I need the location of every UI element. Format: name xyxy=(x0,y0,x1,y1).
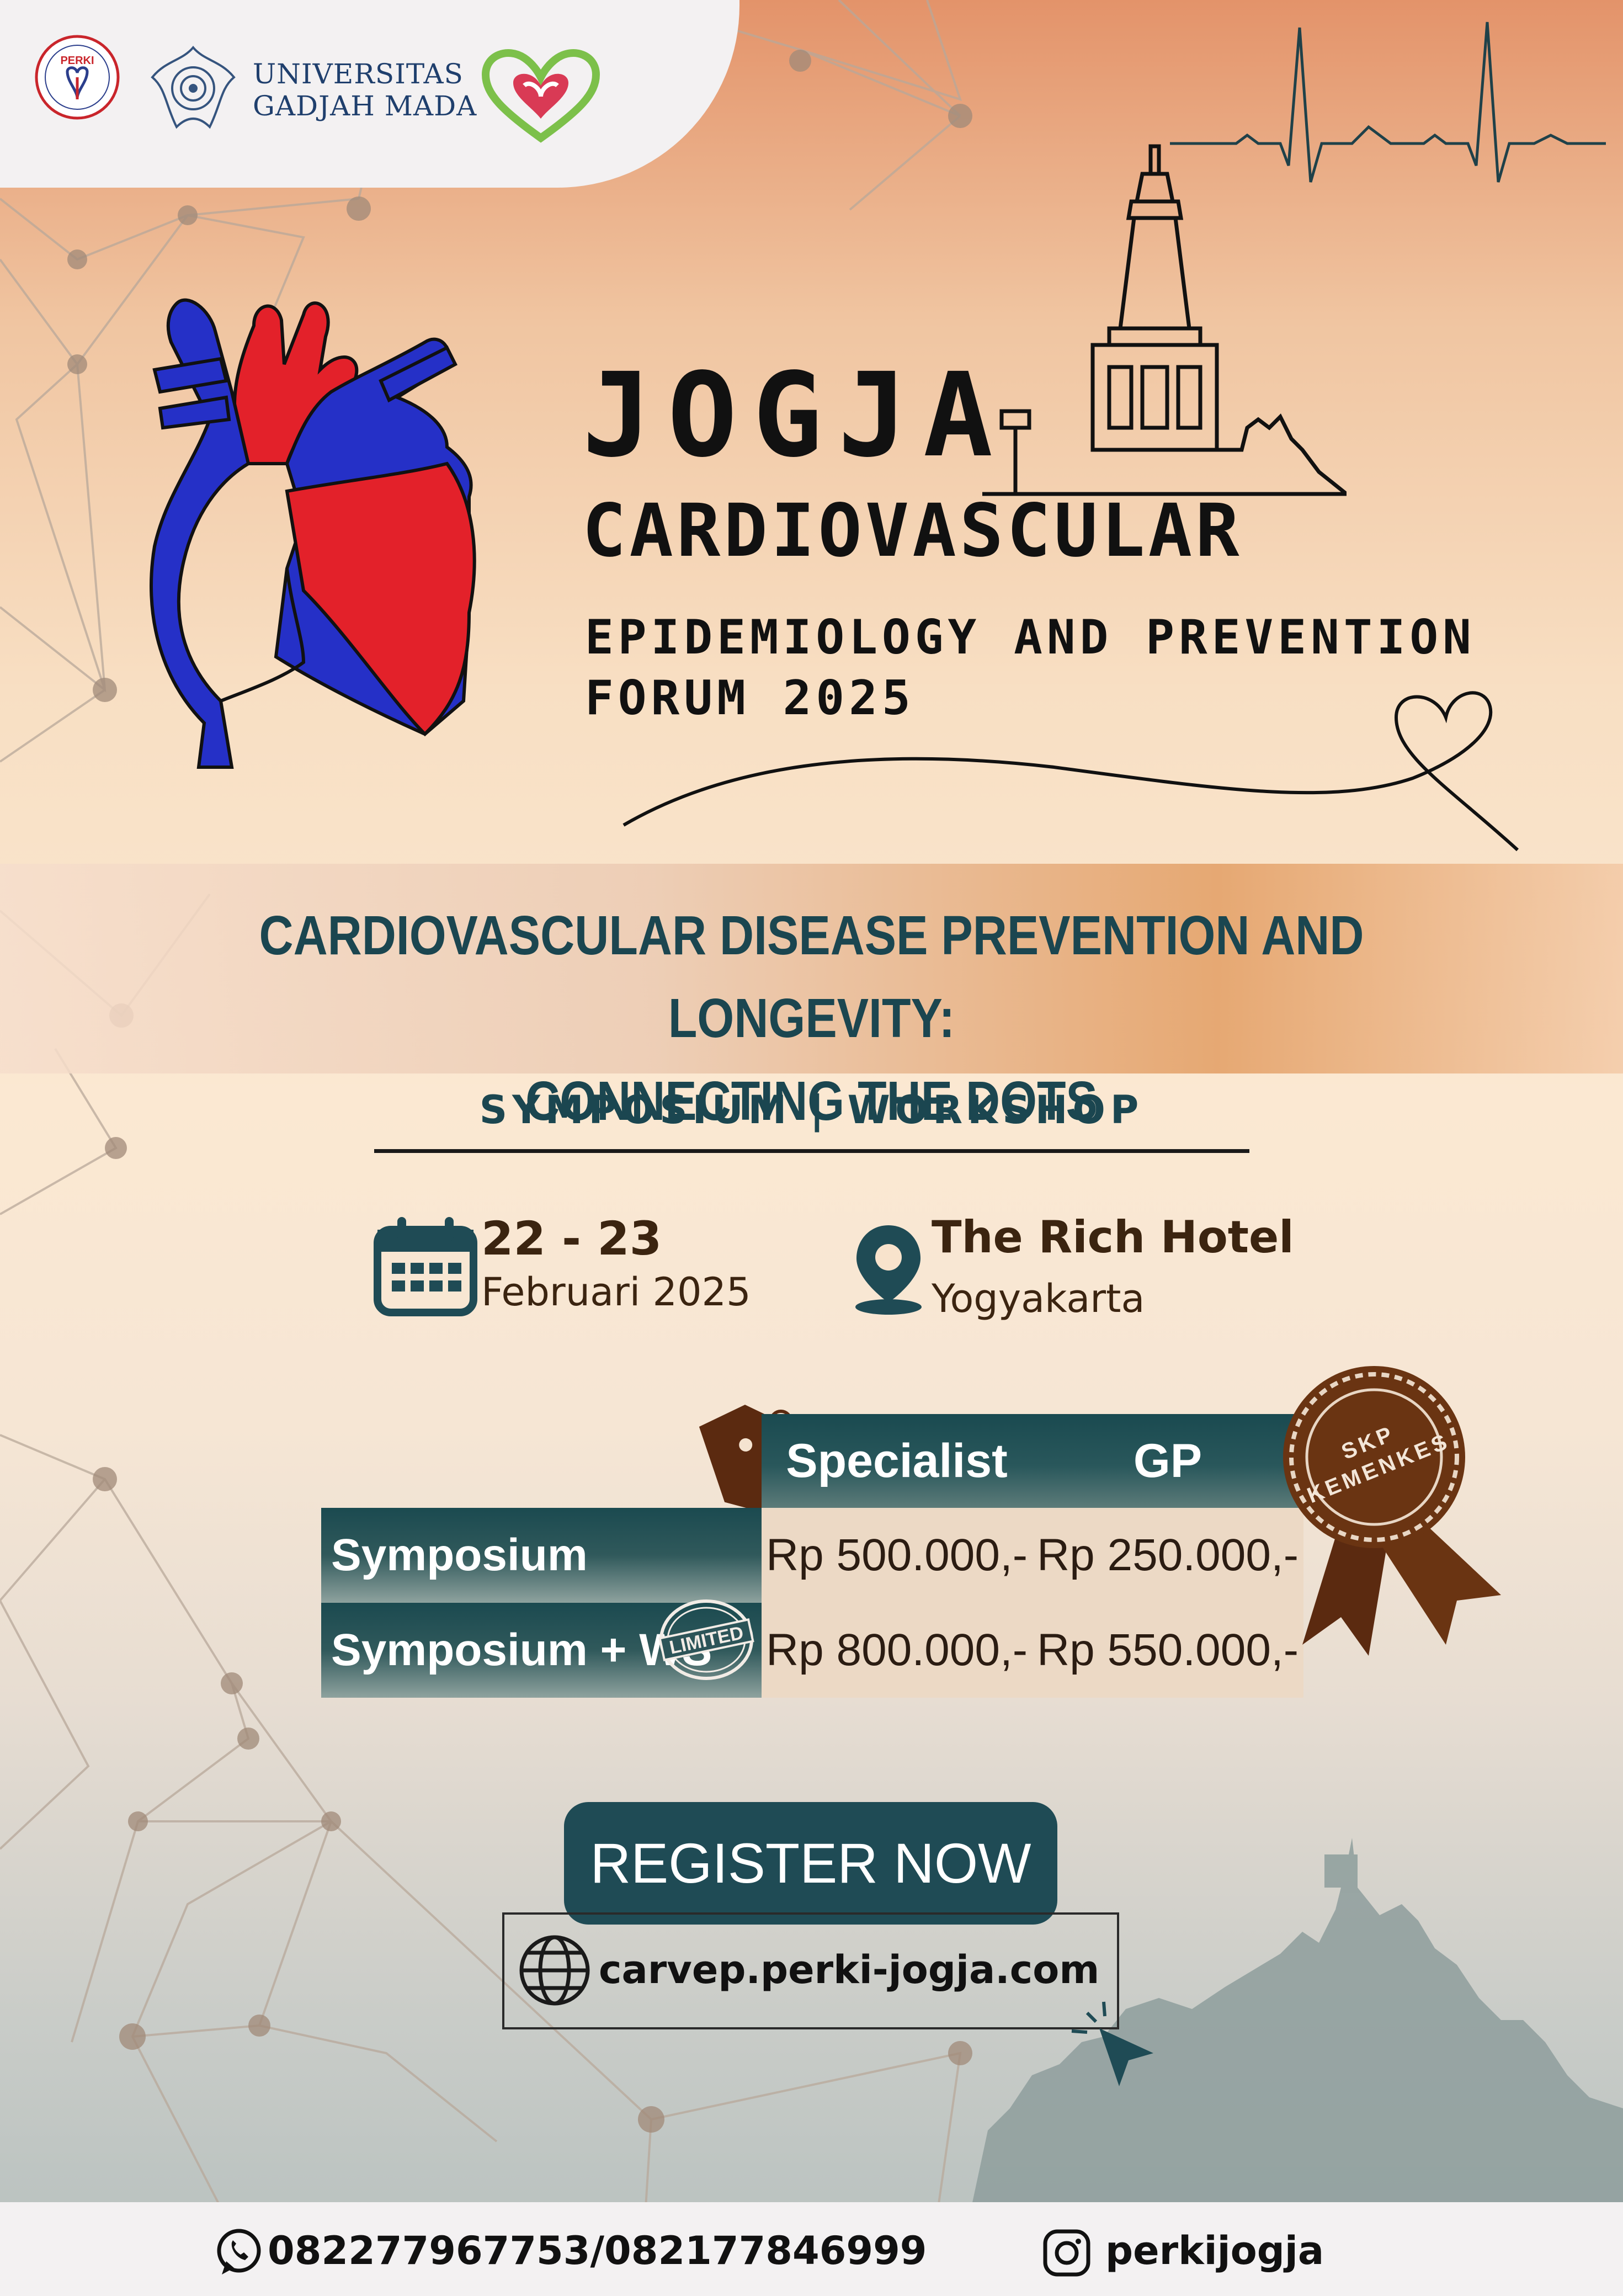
perki-logo-text: PERKI xyxy=(60,55,94,67)
anatomical-heart-illustration xyxy=(150,298,476,769)
ugm-emblem-logo xyxy=(151,45,236,129)
footer-phone-numbers[interactable]: 082277967753/082177846999 xyxy=(268,2228,927,2273)
title-jogja: JOGJA xyxy=(582,348,1009,483)
header-logo-area: PERKI UNIVERSITAS GADJAH MADA xyxy=(0,0,739,188)
globe-icon xyxy=(519,1935,590,2006)
instagram-icon xyxy=(1043,2229,1090,2277)
location-pin-icon xyxy=(855,1225,922,1315)
university-name: UNIVERSITAS GADJAH MADA xyxy=(253,58,477,122)
event-dates: 22 - 23 xyxy=(481,1211,662,1266)
venue-city: Yogyakarta xyxy=(932,1276,1145,1321)
registration-url[interactable]: carvep.perki-jogja.com xyxy=(599,1947,1099,1992)
skp-kemenkes-badge: SKP KEMENKES xyxy=(1283,1366,1501,1656)
footer-instagram-handle[interactable]: perkijogja xyxy=(1105,2228,1324,2273)
university-line1: UNIVERSITAS xyxy=(253,58,464,90)
cursor-click-icon xyxy=(1071,2001,1153,2086)
perki-logo: PERKI xyxy=(35,35,120,120)
price-symposium-specialist: Rp 500.000,- xyxy=(762,1508,1032,1603)
event-month-year: Februari 2025 xyxy=(481,1269,751,1315)
calendar-icon xyxy=(374,1217,477,1316)
price-row-symposium-label: Symposium xyxy=(321,1508,762,1603)
tugu-monument-illustration xyxy=(982,144,1347,496)
title-cardiovascular: CARDIOVASCULAR xyxy=(582,488,1243,573)
heart-swoosh-decoration xyxy=(622,691,1519,852)
price-symposium-ws-specialist: Rp 800.000,- xyxy=(762,1603,1032,1698)
event-format: SYMPOSIUM | WORKSHOP xyxy=(479,1087,1144,1133)
price-column-specialist: Specialist xyxy=(762,1414,1032,1508)
university-line2: GADJAH MADA xyxy=(253,90,477,122)
price-symposium-gp: Rp 250.000,- xyxy=(1032,1508,1303,1603)
heart-logo xyxy=(481,49,600,143)
title-line3: EPIDEMIOLOGY AND PREVENTION xyxy=(585,610,1476,665)
register-now-button[interactable]: REGISTER NOW xyxy=(564,1802,1057,1925)
theme-line1: CARDIOVASCULAR DISEASE PREVENTION AND LO… xyxy=(259,905,1364,1049)
whatsapp-icon xyxy=(217,2229,261,2274)
price-column-gp: GP xyxy=(1032,1414,1303,1508)
limited-stamp: LIMITED xyxy=(658,1599,754,1680)
venue-name: The Rich Hotel xyxy=(932,1211,1294,1263)
price-symposium-ws-gp: Rp 550.000,- xyxy=(1032,1603,1303,1698)
format-divider xyxy=(374,1149,1249,1153)
